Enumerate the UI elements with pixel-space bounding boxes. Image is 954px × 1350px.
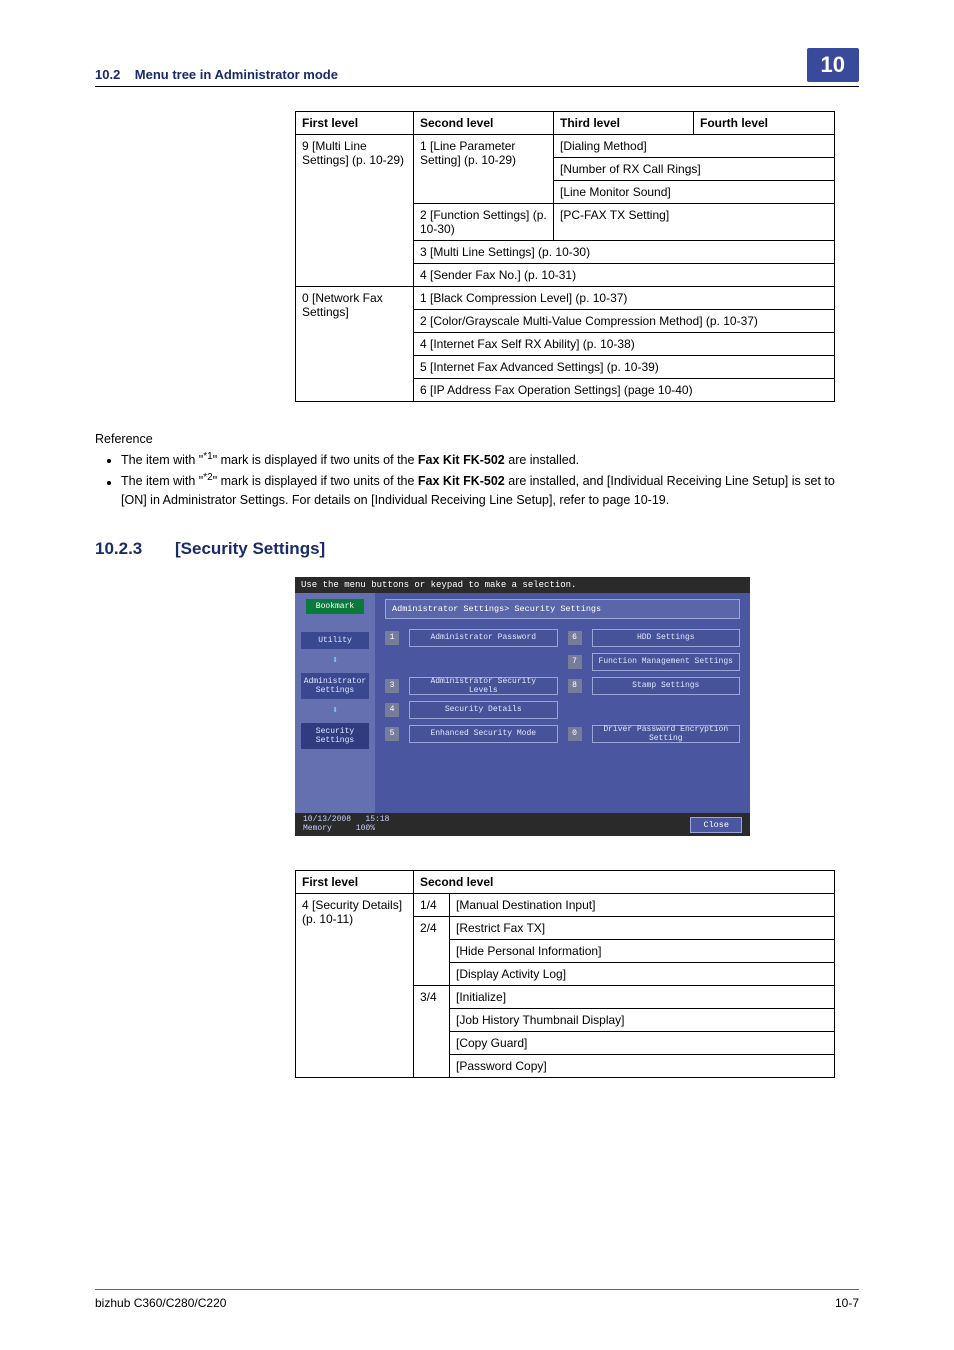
keypad-5: 5 (385, 727, 399, 741)
keypad-7: 7 (568, 655, 582, 669)
col-third-level: Third level (554, 112, 694, 135)
cell-hide-personal: [Hide Personal Information] (450, 940, 835, 963)
admin-settings-tab[interactable]: Administrator Settings (301, 673, 369, 699)
ref1-pre: The item with " (121, 453, 203, 467)
cell-multi-line-settings: 3 [Multi Line Settings] (p. 10-30) (414, 241, 835, 264)
cell-security-details: 4 [Security Details] (p. 10-11) (296, 894, 414, 1078)
table-row: 4 [Security Details] (p. 10-11) 1/4 [Man… (296, 894, 835, 917)
status-memory-pct: 100% (356, 824, 375, 833)
col-fourth-level: Fourth level (694, 112, 835, 135)
cell-network-fax: 0 [Network Fax Settings] (296, 287, 414, 402)
security-details-table: First level Second level 4 [Security Det… (295, 870, 835, 1078)
ref1-bold: Fax Kit FK-502 (418, 453, 505, 467)
security-settings-tab[interactable]: Security Settings (301, 723, 369, 749)
cell-rx-call-rings: [Number of RX Call Rings] (554, 158, 835, 181)
keypad-8: 8 (568, 679, 582, 693)
screenshot-hint-bar: Use the menu buttons or keypad to make a… (295, 577, 750, 593)
security-details-button[interactable]: Security Details (409, 701, 558, 719)
table-header-row: First level Second level Third level Fou… (296, 112, 835, 135)
reference-item-2: The item with "*2" mark is displayed if … (121, 471, 859, 508)
cell-page-3-4: 3/4 (414, 986, 450, 1078)
ref2-pre: The item with " (121, 475, 203, 489)
status-time: 15:18 (365, 815, 389, 824)
cell-pc-fax: [PC-FAX TX Setting] (554, 204, 835, 241)
cell-job-history: [Job History Thumbnail Display] (450, 1009, 835, 1032)
device-screenshot: Use the menu buttons or keypad to make a… (295, 577, 750, 837)
ref1-end: are installed. (505, 453, 579, 467)
ref2-post: " mark is displayed if two units of the (213, 475, 418, 489)
status-date: 10/13/2008 (303, 815, 351, 824)
keypad-6: 6 (568, 631, 582, 645)
reference-item-1: The item with "*1" mark is displayed if … (121, 450, 859, 469)
col-first-level: First level (296, 112, 414, 135)
cell-copy-guard: [Copy Guard] (450, 1032, 835, 1055)
cell-activity-log: [Display Activity Log] (450, 963, 835, 986)
admin-password-button[interactable]: Administrator Password (409, 629, 558, 647)
cell-page-1-4: 1/4 (414, 894, 450, 917)
header-title: Menu tree in Administrator mode (135, 67, 338, 82)
breadcrumb: Administrator Settings> Security Setting… (385, 599, 740, 619)
stamp-settings-button[interactable]: Stamp Settings (592, 677, 741, 695)
col-second-level: Second level (414, 112, 554, 135)
menu-tree-table: First level Second level Third level Fou… (295, 111, 835, 402)
utility-tab[interactable]: Utility (301, 632, 369, 649)
screenshot-hint: Use the menu buttons or keypad to make a… (301, 580, 576, 590)
function-mgmt-button[interactable]: Function Management Settings (592, 653, 741, 671)
cell-line-monitor: [Line Monitor Sound] (554, 181, 835, 204)
cell-internet-fax-rx: 4 [Internet Fax Self RX Ability] (p. 10-… (414, 333, 835, 356)
table-row: 9 [Multi Line Settings] (p. 10-29) 1 [Li… (296, 135, 835, 158)
close-button[interactable]: Close (690, 817, 742, 833)
page-footer: bizhub C360/C280/C220 10-7 (95, 1289, 859, 1310)
keypad-3: 3 (385, 679, 399, 693)
keypad-4: 4 (385, 703, 399, 717)
admin-security-levels-button[interactable]: Administrator Security Levels (409, 677, 558, 695)
chapter-badge: 10 (807, 48, 859, 82)
cell-sender-fax-no: 4 [Sender Fax No.] (p. 10-31) (414, 264, 835, 287)
hdd-settings-button[interactable]: HDD Settings (592, 629, 741, 647)
product-name: bizhub C360/C280/C220 (95, 1296, 226, 1310)
col-first-level: First level (296, 871, 414, 894)
ref1-post: " mark is displayed if two units of the (213, 453, 418, 467)
page-header: 10.2 Menu tree in Administrator mode 10 (95, 48, 859, 87)
screenshot-status-bar: 10/13/2008 15:18 Memory 100% Close (295, 813, 750, 837)
status-memory-label: Memory (303, 824, 332, 833)
cell-restrict-fax: [Restrict Fax TX] (450, 917, 835, 940)
driver-password-button[interactable]: Driver Password Encryption Setting (592, 725, 741, 743)
ref2-sup: *2 (203, 472, 212, 483)
header-section-ref: 10.2 (95, 67, 120, 82)
reference-title: Reference (95, 430, 859, 448)
ref1-sup: *1 (203, 451, 212, 462)
section-title: [Security Settings] (175, 539, 325, 558)
keypad-1: 1 (385, 631, 399, 645)
col-second-level: Second level (414, 871, 835, 894)
screenshot-left-nav: Bookmark Utility ⬇ Administrator Setting… (295, 593, 375, 813)
reference-block: Reference The item with "*1" mark is dis… (95, 430, 859, 509)
section-path: 10.2 Menu tree in Administrator mode (95, 67, 338, 82)
cell-function-settings: 2 [Function Settings] (p. 10-30) (414, 204, 554, 241)
cell-first-level-multi-line: 9 [Multi Line Settings] (p. 10-29) (296, 135, 414, 287)
down-arrow-icon: ⬇ (332, 655, 338, 667)
cell-initialize: [Initialize] (450, 986, 835, 1009)
cell-internet-fax-adv: 5 [Internet Fax Advanced Settings] (p. 1… (414, 356, 835, 379)
cell-line-param: 1 [Line Parameter Setting] (p. 10-29) (414, 135, 554, 204)
section-number: 10.2.3 (95, 539, 175, 559)
table-header-row: First level Second level (296, 871, 835, 894)
ref2-bold: Fax Kit FK-502 (418, 475, 505, 489)
page-number: 10-7 (835, 1296, 859, 1310)
cell-ip-address-fax: 6 [IP Address Fax Operation Settings] (p… (414, 379, 835, 402)
cell-page-2-4: 2/4 (414, 917, 450, 986)
cell-manual-dest: [Manual Destination Input] (450, 894, 835, 917)
keypad-0: 0 (568, 727, 582, 741)
down-arrow-icon: ⬇ (332, 705, 338, 717)
cell-password-copy: [Password Copy] (450, 1055, 835, 1078)
section-heading: 10.2.3[Security Settings] (95, 539, 859, 559)
cell-color-grayscale: 2 [Color/Grayscale Multi-Value Compressi… (414, 310, 835, 333)
enhanced-security-button[interactable]: Enhanced Security Mode (409, 725, 558, 743)
cell-black-compression: 1 [Black Compression Level] (p. 10-37) (414, 287, 835, 310)
table-row: 0 [Network Fax Settings] 1 [Black Compre… (296, 287, 835, 310)
bookmark-tab[interactable]: Bookmark (306, 599, 364, 614)
cell-dialing-method: [Dialing Method] (554, 135, 835, 158)
